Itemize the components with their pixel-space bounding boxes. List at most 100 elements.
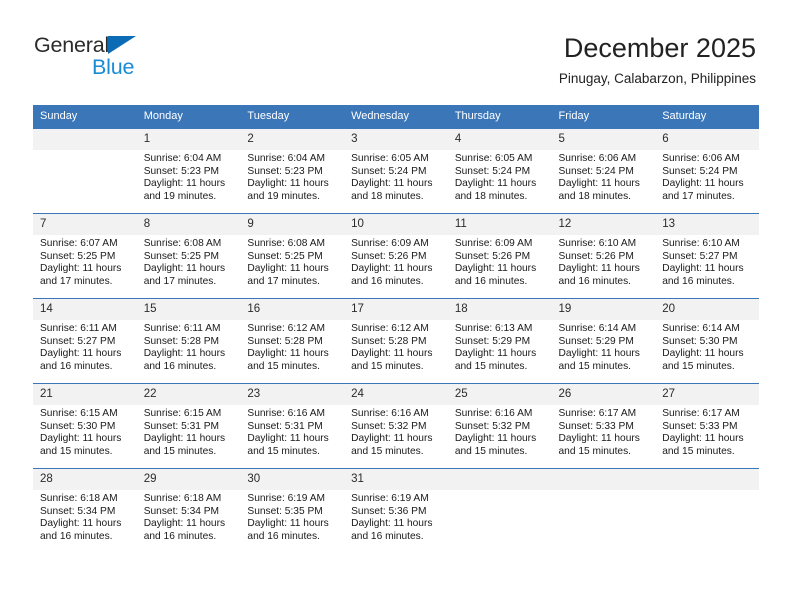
day-cell-inner: 7 Sunrise: 6:07 AM Sunset: 5:25 PM Daylight… [33, 214, 137, 298]
day-sun-info: Sunrise: 6:19 AM Sunset: 5:35 PM Daylight:… [240, 490, 344, 543]
sunset-text: Sunset: 5:26 PM [351, 250, 427, 262]
calendar-day-cell[interactable] [551, 468, 656, 553]
calendar-day-cell[interactable]: 2 Sunrise: 6:04 AM Sunset: 5:23 PM Daylight… [240, 128, 345, 214]
day-number: 30 [240, 469, 345, 490]
daylight-text-line1: Daylight: 11 hours [40, 518, 122, 530]
day-cell-inner: 30 Sunrise: 6:19 AM Sunset: 5:35 PM Dayligh… [240, 469, 345, 553]
logo-text-blue: Blue [92, 55, 135, 79]
sunset-text: Sunset: 5:30 PM [662, 335, 738, 347]
calendar-day-cell[interactable]: 14 Sunrise: 6:11 AM Sunset: 5:27 PM Dayligh… [33, 298, 137, 384]
calendar-day-cell[interactable]: 8 Sunrise: 6:08 AM Sunset: 5:25 PM Daylight… [136, 213, 241, 299]
day-number: 31 [344, 469, 448, 490]
calendar-day-cell[interactable]: 5 Sunrise: 6:06 AM Sunset: 5:24 PM Daylight… [551, 128, 656, 214]
weekday-header-sunday: Sunday [33, 105, 137, 129]
calendar-day-cell[interactable]: 24 Sunrise: 6:16 AM Sunset: 5:32 PM Dayligh… [344, 383, 448, 469]
sunset-text: Sunset: 5:30 PM [40, 420, 116, 432]
daylight-text-line1: Daylight: 11 hours [143, 433, 226, 445]
calendar-day-cell[interactable]: 17 Sunrise: 6:12 AM Sunset: 5:28 PM Dayligh… [344, 298, 448, 384]
calendar-day-cell[interactable]: 1 Sunrise: 6:04 AM Sunset: 5:23 PM Daylight… [136, 128, 241, 214]
weekday-header-monday: Monday [136, 105, 241, 129]
calendar-day-cell[interactable]: 20 Sunrise: 6:14 AM Sunset: 5:30 PM Dayligh… [655, 298, 759, 384]
daylight-text-line2: and 16 minutes. [558, 275, 632, 287]
day-cell-inner: 27 Sunrise: 6:17 AM Sunset: 5:33 PM Dayligh… [655, 384, 759, 468]
general-blue-logo: General Blue [34, 33, 154, 81]
daylight-text-line1: Daylight: 11 hours [558, 263, 640, 275]
logo-triangle-icon [108, 36, 136, 54]
calendar-day-cell[interactable]: 29 Sunrise: 6:18 AM Sunset: 5:34 PM Dayligh… [136, 468, 241, 553]
weekday-header-row: Sunday Monday Tuesday Wednesday Thursday… [33, 105, 759, 129]
day-number: 14 [33, 299, 137, 320]
sunrise-text: Sunrise: 6:15 AM [40, 408, 118, 419]
sunset-text: Sunset: 5:34 PM [143, 505, 220, 517]
calendar-day-cell[interactable]: 7 Sunrise: 6:07 AM Sunset: 5:25 PM Daylight… [33, 213, 137, 299]
day-sun-info: Sunrise: 6:05 AM Sunset: 5:24 PM Daylight:… [448, 150, 552, 203]
calendar-day-cell[interactable]: 10 Sunrise: 6:09 AM Sunset: 5:26 PM Dayligh… [344, 213, 448, 299]
day-cell-inner: 18 Sunrise: 6:13 AM Sunset: 5:29 PM Dayligh… [447, 299, 552, 383]
daylight-text-line1: Daylight: 11 hours [247, 348, 329, 360]
sunrise-text: Sunrise: 6:08 AM [247, 238, 325, 249]
day-cell-inner: 17 Sunrise: 6:12 AM Sunset: 5:28 PM Dayligh… [344, 299, 448, 383]
day-cell-inner: 25 Sunrise: 6:16 AM Sunset: 5:32 PM Dayligh… [447, 384, 552, 468]
daylight-text-line2: and 15 minutes. [454, 360, 528, 372]
day-number: 10 [344, 214, 448, 235]
day-number [655, 469, 759, 490]
calendar-week-row: 14 Sunrise: 6:11 AM Sunset: 5:27 PM Dayligh… [33, 298, 759, 384]
day-number: 24 [344, 384, 448, 405]
daylight-text-line1: Daylight: 11 hours [454, 433, 537, 445]
sunrise-text: Sunrise: 6:10 AM [558, 238, 637, 249]
day-cell-inner: 9 Sunrise: 6:08 AM Sunset: 5:25 PM Daylight… [240, 214, 345, 298]
day-number: 23 [240, 384, 345, 405]
calendar-day-cell[interactable]: 25 Sunrise: 6:16 AM Sunset: 5:32 PM Dayligh… [447, 383, 552, 469]
calendar-day-cell[interactable] [447, 468, 552, 553]
daylight-text-line1: Daylight: 11 hours [454, 178, 537, 190]
calendar-day-cell[interactable]: 16 Sunrise: 6:12 AM Sunset: 5:28 PM Dayligh… [240, 298, 345, 384]
day-cell-inner: 13 Sunrise: 6:10 AM Sunset: 5:27 PM Dayligh… [655, 214, 759, 298]
weekday-header-saturday: Saturday [655, 105, 759, 129]
day-number: 15 [136, 299, 241, 320]
calendar-day-cell[interactable]: 11 Sunrise: 6:09 AM Sunset: 5:26 PM Dayligh… [447, 213, 552, 299]
day-sun-info: Sunrise: 6:07 AM Sunset: 5:25 PM Daylight:… [33, 235, 137, 288]
day-cell-inner: 31 Sunrise: 6:19 AM Sunset: 5:36 PM Dayligh… [344, 469, 448, 553]
daylight-text-line1: Daylight: 11 hours [40, 433, 122, 445]
sunrise-text: Sunrise: 6:04 AM [247, 153, 325, 164]
daylight-text-line2: and 18 minutes. [558, 190, 632, 202]
sunset-text: Sunset: 5:24 PM [454, 165, 531, 177]
sunset-text: Sunset: 5:23 PM [247, 165, 323, 177]
sunrise-text: Sunrise: 6:14 AM [558, 323, 637, 334]
calendar-day-cell[interactable]: 27 Sunrise: 6:17 AM Sunset: 5:33 PM Dayligh… [655, 383, 759, 469]
calendar-day-cell[interactable]: 30 Sunrise: 6:19 AM Sunset: 5:35 PM Dayligh… [240, 468, 345, 553]
calendar-day-cell[interactable]: 13 Sunrise: 6:10 AM Sunset: 5:27 PM Dayligh… [655, 213, 759, 299]
calendar-day-cell[interactable]: 3 Sunrise: 6:05 AM Sunset: 5:24 PM Daylight… [344, 128, 448, 214]
calendar-day-cell[interactable]: 22 Sunrise: 6:15 AM Sunset: 5:31 PM Dayligh… [136, 383, 241, 469]
daylight-text-line2: and 15 minutes. [143, 445, 217, 457]
day-sun-info: Sunrise: 6:14 AM Sunset: 5:30 PM Daylight:… [655, 320, 759, 373]
calendar-day-cell[interactable]: 12 Sunrise: 6:10 AM Sunset: 5:26 PM Dayligh… [551, 213, 656, 299]
daylight-text-line1: Daylight: 11 hours [558, 433, 640, 445]
calendar-day-cell[interactable]: 18 Sunrise: 6:13 AM Sunset: 5:29 PM Dayligh… [447, 298, 552, 384]
sunrise-text: Sunrise: 6:10 AM [662, 238, 740, 249]
calendar-day-cell[interactable]: 21 Sunrise: 6:15 AM Sunset: 5:30 PM Dayligh… [33, 383, 137, 469]
calendar-day-cell[interactable]: 28 Sunrise: 6:18 AM Sunset: 5:34 PM Dayligh… [33, 468, 137, 553]
day-sun-info: Sunrise: 6:11 AM Sunset: 5:27 PM Daylight:… [33, 320, 137, 373]
calendar-day-cell[interactable]: 9 Sunrise: 6:08 AM Sunset: 5:25 PM Daylight… [240, 213, 345, 299]
calendar-day-cell[interactable] [655, 468, 759, 553]
calendar-day-cell[interactable]: 6 Sunrise: 6:06 AM Sunset: 5:24 PM Daylight… [655, 128, 759, 214]
sunrise-text: Sunrise: 6:12 AM [351, 323, 429, 334]
calendar-body: 1 Sunrise: 6:04 AM Sunset: 5:23 PM Daylight… [33, 128, 759, 553]
daylight-text-line1: Daylight: 11 hours [143, 178, 226, 190]
calendar-day-cell[interactable]: 19 Sunrise: 6:14 AM Sunset: 5:29 PM Dayligh… [551, 298, 656, 384]
day-cell-inner: 28 Sunrise: 6:18 AM Sunset: 5:34 PM Dayligh… [33, 469, 137, 553]
daylight-text-line2: and 15 minutes. [247, 360, 320, 372]
day-number [33, 129, 137, 150]
daylight-text-line2: and 16 minutes. [351, 530, 424, 542]
calendar-day-cell[interactable]: 23 Sunrise: 6:16 AM Sunset: 5:31 PM Dayligh… [240, 383, 345, 469]
day-sun-info: Sunrise: 6:10 AM Sunset: 5:27 PM Daylight:… [655, 235, 759, 288]
calendar-day-cell[interactable] [33, 128, 137, 214]
daylight-text-line2: and 16 minutes. [143, 530, 217, 542]
calendar-day-cell[interactable]: 4 Sunrise: 6:05 AM Sunset: 5:24 PM Daylight… [447, 128, 552, 214]
calendar-day-cell[interactable]: 31 Sunrise: 6:19 AM Sunset: 5:36 PM Dayligh… [344, 468, 448, 553]
calendar-day-cell[interactable]: 15 Sunrise: 6:11 AM Sunset: 5:28 PM Dayligh… [136, 298, 241, 384]
calendar-day-cell[interactable]: 26 Sunrise: 6:17 AM Sunset: 5:33 PM Dayligh… [551, 383, 656, 469]
sunset-text: Sunset: 5:24 PM [351, 165, 427, 177]
daylight-text-line2: and 15 minutes. [558, 360, 632, 372]
